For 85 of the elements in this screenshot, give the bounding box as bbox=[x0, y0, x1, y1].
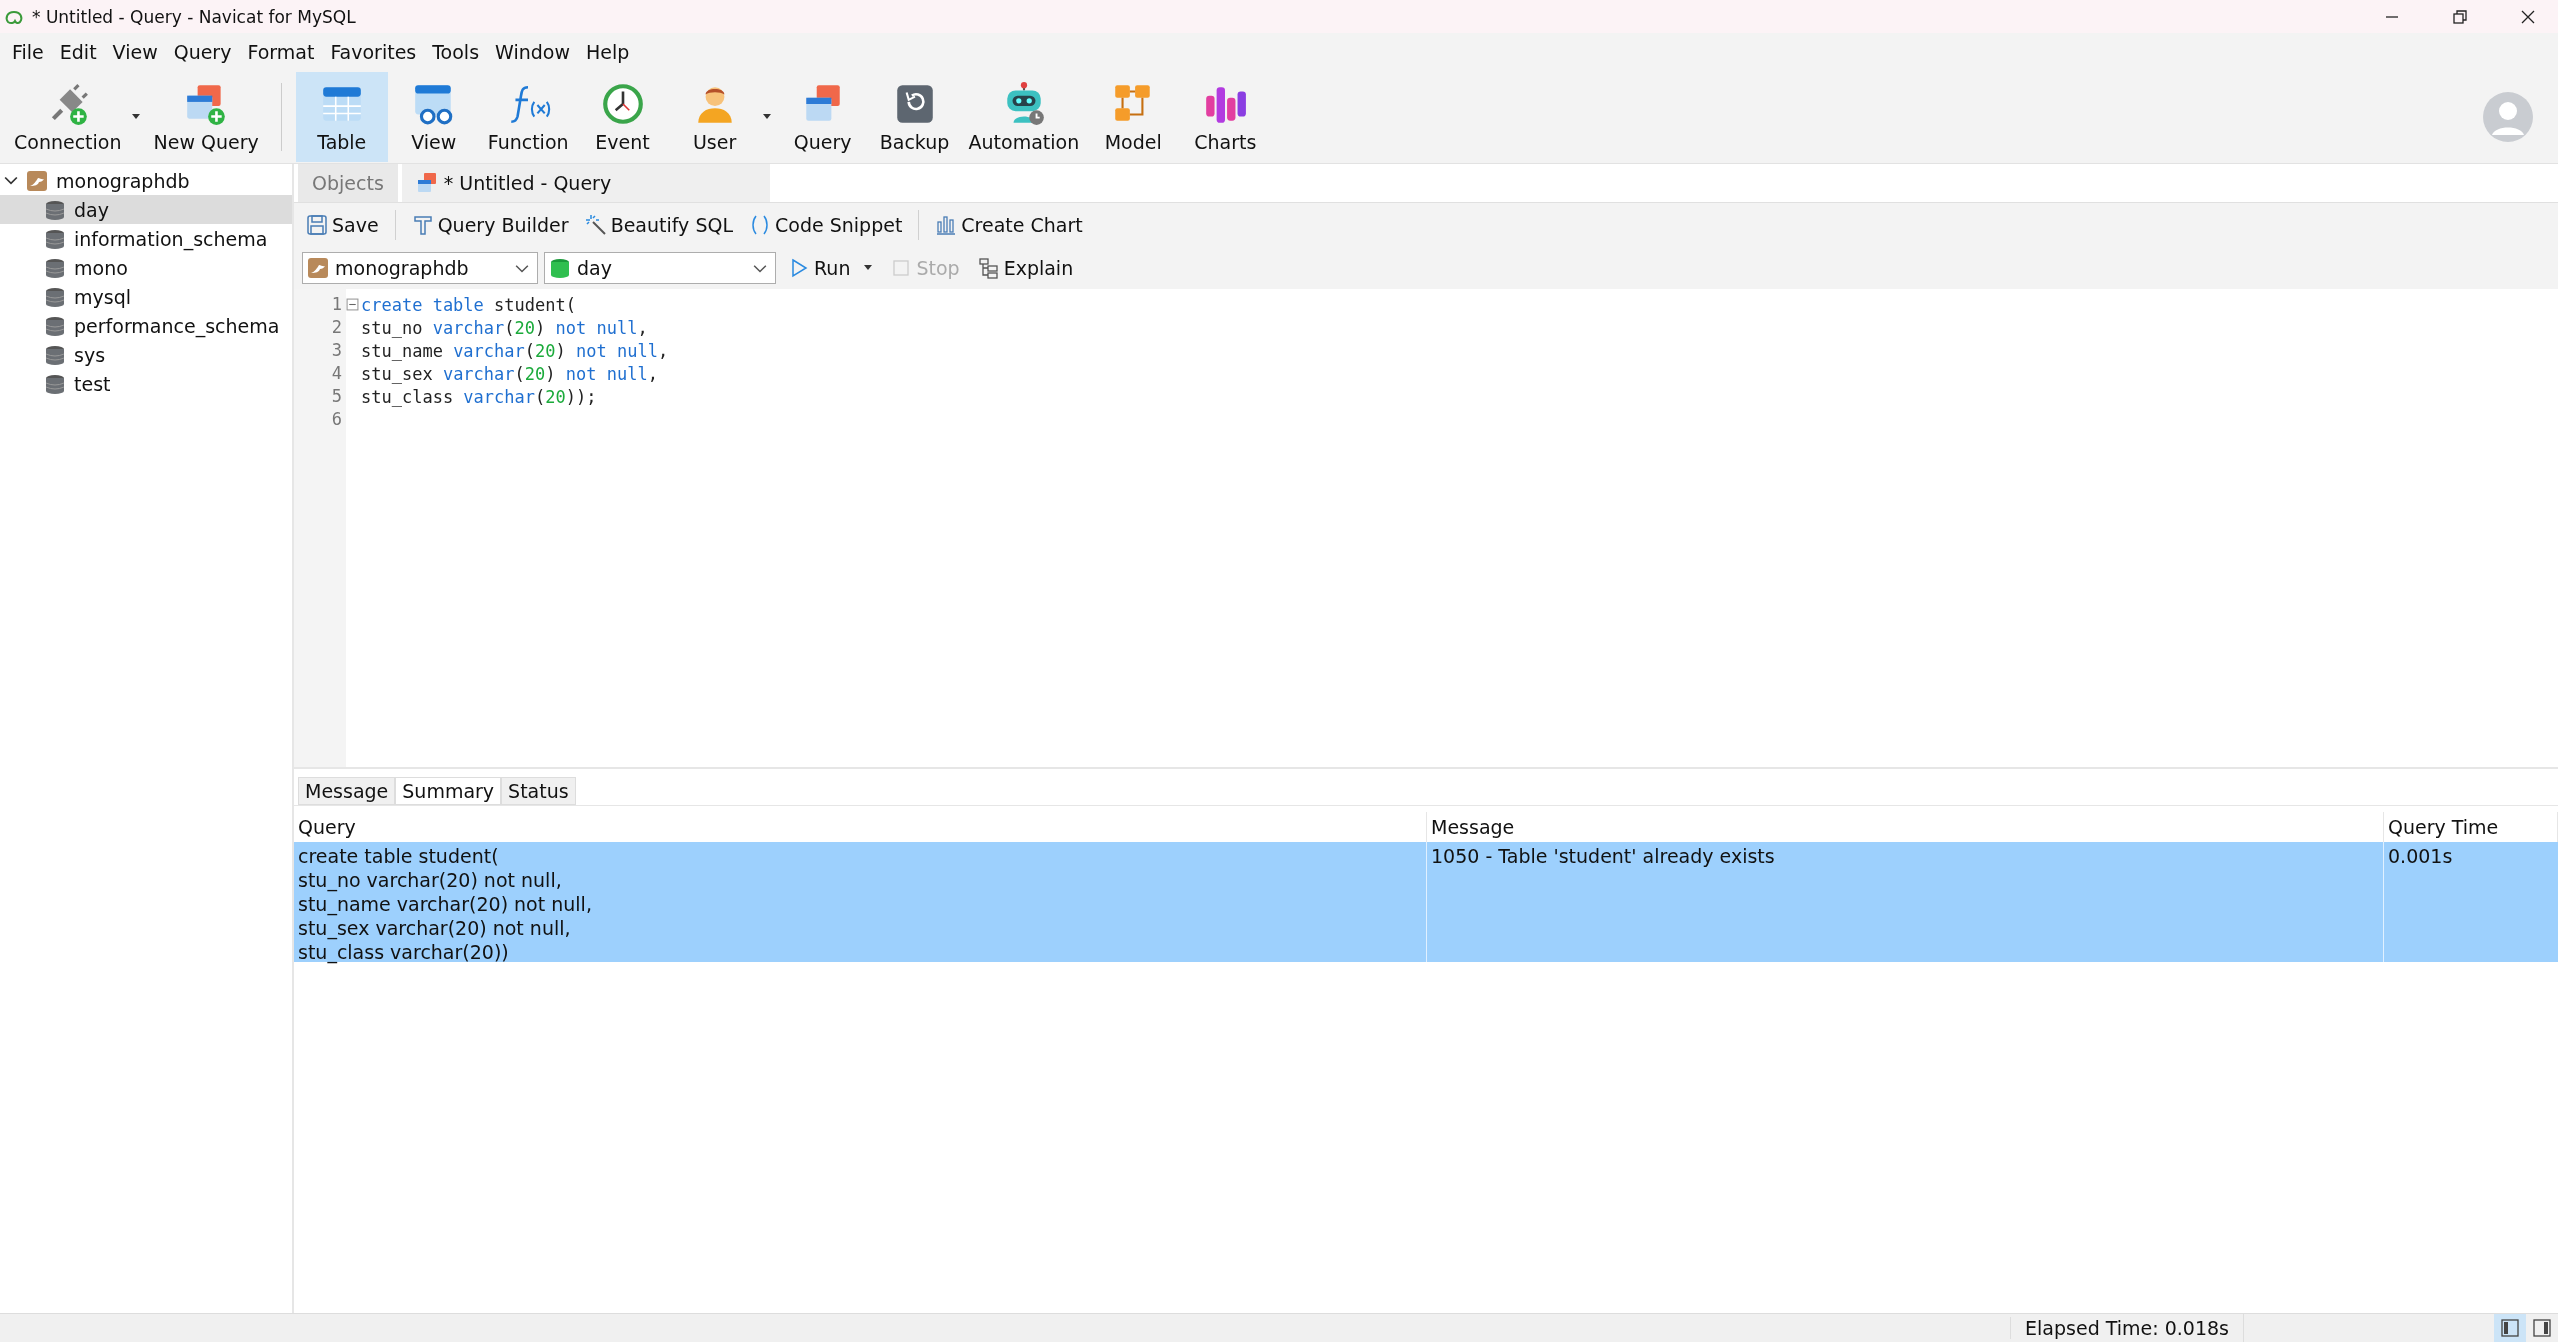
connection-select[interactable]: monographdb bbox=[302, 252, 538, 284]
database-item[interactable]: mysql bbox=[0, 282, 292, 311]
database-item[interactable]: performance_schema bbox=[0, 311, 292, 340]
toolbar-button[interactable]: Code Snippet bbox=[743, 212, 909, 238]
chart-icon bbox=[935, 214, 958, 236]
menu-item[interactable]: Format bbox=[239, 41, 323, 63]
line-number: 6 bbox=[330, 408, 343, 431]
database-icon bbox=[44, 343, 66, 366]
builder-icon bbox=[411, 214, 434, 236]
toolbar-button[interactable]: Query bbox=[776, 72, 869, 162]
line-number: 3 bbox=[330, 339, 343, 362]
toolbar-button[interactable]: Table bbox=[295, 72, 388, 162]
database-icon bbox=[44, 256, 66, 279]
parentheses-icon bbox=[749, 214, 771, 236]
table-cell: 1050 - Table 'student' already exists bbox=[1427, 842, 2384, 962]
close-icon[interactable] bbox=[2520, 8, 2536, 25]
database-item[interactable]: sys bbox=[0, 340, 292, 369]
database-item[interactable]: mono bbox=[0, 253, 292, 282]
menu-item[interactable]: Tools bbox=[424, 41, 488, 63]
menu-item[interactable]: Window bbox=[487, 41, 578, 63]
toolbar-button[interactable]: New Query bbox=[145, 72, 267, 162]
toolbar-button[interactable]: Connection bbox=[6, 72, 130, 162]
menu-item[interactable]: Query bbox=[165, 41, 240, 63]
tab[interactable]: Message bbox=[298, 777, 396, 805]
database-select[interactable]: day bbox=[544, 252, 776, 284]
database-icon bbox=[44, 372, 66, 395]
database-item[interactable]: day bbox=[0, 195, 292, 224]
toolbar-button[interactable]: Model bbox=[1087, 72, 1180, 162]
menu-item[interactable]: Help bbox=[577, 41, 638, 63]
fold-icon[interactable] bbox=[346, 298, 359, 311]
layout-button[interactable] bbox=[2494, 1314, 2526, 1342]
line-number: 1 bbox=[330, 293, 343, 316]
database-icon bbox=[44, 285, 66, 308]
tree-item[interactable]: monographdb bbox=[56, 169, 190, 192]
toolbar-button[interactable]: Beautify SQL bbox=[578, 212, 739, 238]
toolbar-button[interactable]: Charts bbox=[1179, 72, 1272, 162]
tab[interactable]: Summary bbox=[395, 777, 502, 805]
database-icon bbox=[44, 314, 66, 337]
toolbar-button[interactable]: Query Builder bbox=[405, 212, 575, 238]
toolbar-button[interactable]: View bbox=[387, 72, 480, 162]
dropdown-caret-icon[interactable] bbox=[762, 114, 771, 120]
dropdown-caret-icon[interactable] bbox=[131, 114, 140, 120]
window-title: * Untitled - Query - Navicat for MySQL bbox=[32, 6, 356, 27]
restore-icon[interactable] bbox=[2452, 8, 2468, 25]
dropdown-caret-icon[interactable] bbox=[864, 265, 873, 271]
magic-wand-icon bbox=[584, 214, 607, 236]
toolbar-button[interactable]: Backup bbox=[868, 72, 961, 162]
query-icon bbox=[415, 172, 438, 194]
database-icon bbox=[549, 257, 571, 279]
code-line: create table student( bbox=[361, 294, 576, 315]
table-cell: create table student( stu_no varchar(20) not null, stu_name varchar(20) not null, stu_sex varchar(20) not null, stu_class varchar(20)) bbox=[294, 842, 1427, 962]
toolbar-button[interactable]: Create Chart bbox=[929, 212, 1089, 238]
right-panel-icon bbox=[2533, 1319, 2551, 1337]
menu-item[interactable]: Edit bbox=[51, 41, 105, 63]
menu-item[interactable]: View bbox=[104, 41, 166, 63]
toolbar-button[interactable]: Run bbox=[782, 255, 857, 281]
toolbar-button[interactable]: User bbox=[668, 72, 761, 162]
code-line: stu_name varchar(20) not null, bbox=[361, 340, 669, 361]
database-icon bbox=[44, 227, 66, 250]
code-line: stu_sex varchar(20) not null, bbox=[361, 363, 658, 384]
toolbar-button[interactable]: Save bbox=[300, 212, 385, 238]
menu-item[interactable]: Favorites bbox=[322, 41, 425, 63]
connection-icon bbox=[307, 257, 329, 279]
toolbar-button[interactable]: Automation bbox=[960, 72, 1088, 162]
code-line: stu_class varchar(20)); bbox=[361, 386, 597, 407]
connection-icon bbox=[26, 169, 48, 192]
code-line: stu_no varchar(20) not null, bbox=[361, 317, 648, 338]
database-icon bbox=[44, 198, 66, 221]
database-item[interactable]: test bbox=[0, 369, 292, 398]
tab[interactable]: * Untitled - Query bbox=[401, 164, 770, 202]
toolbar-button[interactable]: Event bbox=[576, 72, 669, 162]
left-panel-icon bbox=[2501, 1319, 2519, 1337]
tab[interactable]: Objects bbox=[298, 164, 398, 202]
line-number: 5 bbox=[330, 385, 343, 408]
elapsed-time: Elapsed Time: 0.018s bbox=[2010, 1317, 2243, 1339]
save-icon bbox=[306, 214, 328, 236]
tab[interactable]: Status bbox=[501, 777, 576, 805]
toolbar-button[interactable]: Function bbox=[479, 72, 577, 162]
line-number: 2 bbox=[330, 316, 343, 339]
explain-icon bbox=[977, 257, 1000, 279]
table-cell: 0.001s bbox=[2384, 842, 2558, 962]
menu-item[interactable]: File bbox=[4, 41, 52, 63]
line-number: 4 bbox=[330, 362, 343, 385]
database-item[interactable]: information_schema bbox=[0, 224, 292, 253]
toolbar-button[interactable]: Explain bbox=[971, 255, 1080, 281]
